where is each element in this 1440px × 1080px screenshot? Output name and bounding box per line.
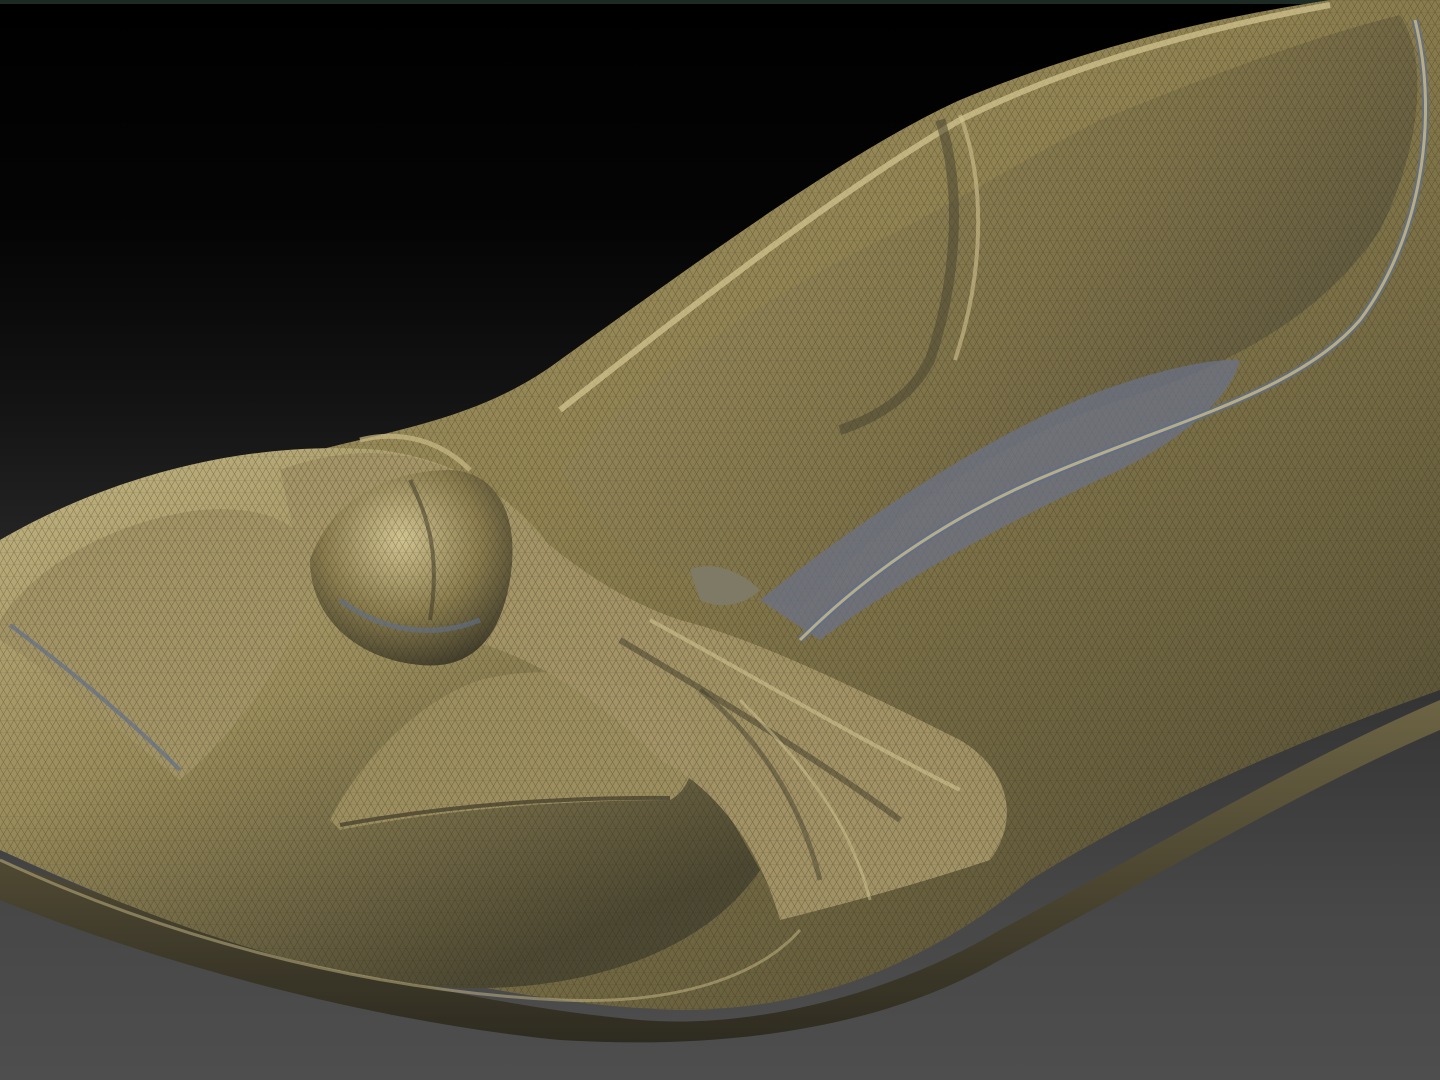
shoe-mesh-model[interactable] (0, 0, 1440, 1080)
3d-viewport-canvas[interactable] (0, 0, 1440, 1080)
